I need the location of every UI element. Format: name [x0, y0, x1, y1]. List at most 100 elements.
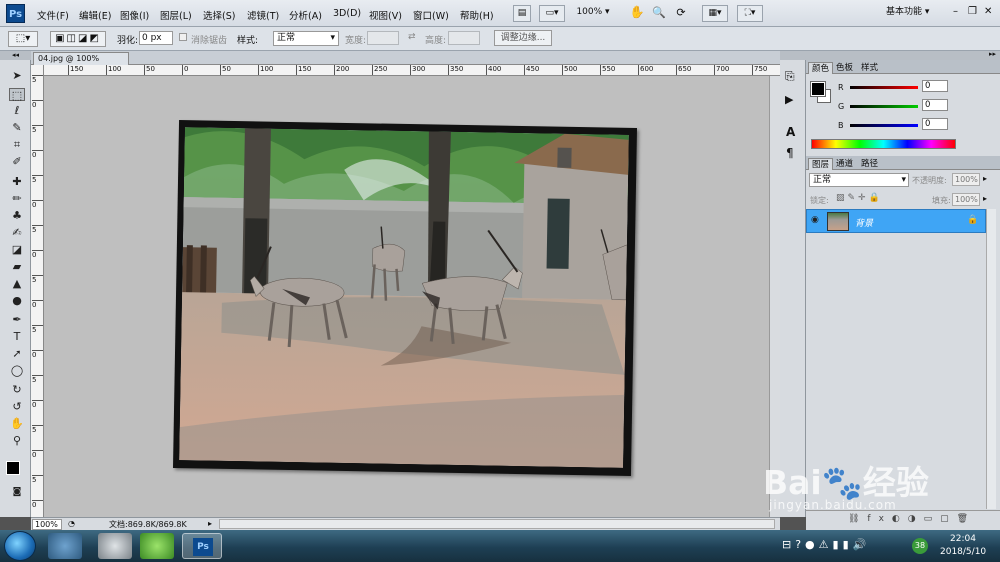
menu-3d[interactable]: 3D(D) — [333, 8, 361, 19]
clock-time[interactable]: 22:04 — [950, 534, 976, 544]
collapse-tools-icon[interactable]: ◂◂ — [0, 51, 31, 60]
screen-mode-button[interactable]: ▭▾ — [539, 5, 565, 22]
minimize-icon[interactable]: – — [953, 6, 958, 17]
zoom-level-select[interactable]: 100% ▾ — [573, 5, 613, 22]
tray-badge[interactable]: 38 — [912, 538, 928, 554]
taskbar-qq-icon[interactable] — [98, 533, 132, 559]
gradient-tool-icon[interactable]: ▰ — [9, 260, 25, 273]
menu-select[interactable]: 选择(S) — [203, 8, 235, 22]
menu-view[interactable]: 视图(V) — [369, 8, 402, 22]
tab-layers[interactable]: 图层 — [808, 158, 834, 170]
rotate-view-icon[interactable]: ⟳ — [672, 5, 690, 22]
shape-tool-icon[interactable]: ◯ — [9, 364, 25, 377]
hand-tool-icon[interactable]: ✋ — [628, 5, 646, 22]
feather-input[interactable]: 0 px — [139, 31, 173, 45]
layer-visibility-eye-icon[interactable]: ◉ — [811, 215, 819, 225]
taskbar-ie-icon[interactable] — [48, 533, 82, 559]
workspace-switcher[interactable]: 基本功能 ▾ — [886, 5, 944, 22]
dock-collapse-bar[interactable] — [780, 51, 806, 60]
antialias-checkbox[interactable] — [179, 33, 187, 41]
character-panel-icon[interactable]: A — [786, 125, 795, 139]
layer-row-background[interactable]: ◉ 背景 🔒 — [806, 209, 986, 233]
start-button[interactable] — [4, 531, 36, 561]
zoom-tool-icon-small[interactable]: ⚲ — [9, 434, 25, 447]
eraser-tool-icon[interactable]: ◪ — [9, 243, 25, 256]
zoom-field[interactable]: 100% — [32, 519, 62, 530]
screen-mode-toggle-button[interactable]: ⛶▾ — [737, 5, 763, 22]
opacity-arrow-icon[interactable]: ▸ — [983, 174, 987, 183]
eyedropper-tool-icon[interactable]: ✐ — [9, 155, 25, 168]
menu-help[interactable]: 帮助(H) — [460, 8, 494, 22]
fill-arrow-icon[interactable]: ▸ — [983, 194, 987, 203]
color-panel-foreground[interactable] — [810, 81, 826, 97]
clock-date[interactable]: 2018/5/10 — [940, 547, 986, 557]
menu-image[interactable]: 图像(I) — [120, 8, 149, 22]
path-selection-tool-icon[interactable]: ➚ — [9, 347, 25, 360]
restore-icon[interactable]: ❐ — [968, 6, 977, 17]
move-tool-icon[interactable]: ➤ — [9, 69, 25, 82]
3d-rotate-tool-icon[interactable]: ↻ — [9, 383, 25, 396]
menu-file[interactable]: 文件(F) — [37, 8, 69, 22]
3d-orbit-tool-icon[interactable]: ↺ — [9, 400, 25, 413]
channel-g-input[interactable]: 0 — [922, 99, 948, 111]
status-icon[interactable]: ◔ — [68, 519, 75, 528]
tab-styles[interactable]: 样式 — [858, 62, 881, 74]
tab-swatches[interactable]: 色板 — [833, 62, 856, 74]
blur-tool-icon[interactable]: ▲ — [9, 277, 25, 290]
menu-edit[interactable]: 编辑(E) — [79, 8, 111, 22]
spot-healing-tool-icon[interactable]: ✚ — [9, 175, 25, 188]
style-select[interactable]: 正常 ▾ — [273, 31, 339, 46]
swap-dimensions-icon[interactable]: ⇄ — [408, 32, 416, 42]
vertical-scrollbar[interactable] — [769, 76, 780, 517]
channel-r-input[interactable]: 0 — [922, 80, 948, 92]
taskbar-browser-icon[interactable] — [140, 533, 174, 559]
status-menu-arrow-icon[interactable]: ▸ — [208, 519, 212, 528]
expand-panels-icon[interactable]: ▸▸ — [989, 50, 996, 58]
crop-tool-icon[interactable]: ⌗ — [9, 138, 25, 151]
taskbar-photoshop-button[interactable]: Ps — [182, 533, 222, 559]
height-input[interactable] — [448, 31, 480, 45]
blend-mode-select[interactable]: 正常 ▾ — [809, 173, 909, 187]
selection-mode-buttons[interactable]: ▣◫◪◩ — [50, 31, 106, 47]
actions-panel-icon[interactable]: ▶ — [785, 93, 793, 106]
type-tool-icon[interactable]: T — [9, 330, 25, 343]
lasso-tool-icon[interactable]: ℓ — [9, 104, 25, 117]
tab-color[interactable]: 颜色 — [808, 62, 834, 74]
horizontal-scrollbar[interactable] — [219, 519, 775, 529]
channel-b-slider[interactable] — [850, 124, 918, 127]
dodge-tool-icon[interactable]: ● — [9, 294, 25, 307]
width-input[interactable] — [367, 31, 399, 45]
tab-paths[interactable]: 路径 — [858, 158, 881, 170]
history-brush-tool-icon[interactable]: ✍ — [9, 226, 25, 239]
document-image[interactable] — [179, 127, 629, 468]
tab-channels[interactable]: 通道 — [833, 158, 856, 170]
quick-mask-icon[interactable]: ◙ — [9, 486, 25, 499]
quick-selection-tool-icon[interactable]: ✎ — [9, 121, 25, 134]
channel-r-slider[interactable] — [850, 86, 918, 89]
layers-scrollbar[interactable] — [986, 209, 996, 509]
channel-g-slider[interactable] — [850, 105, 918, 108]
history-panel-icon[interactable]: ⎘ — [785, 69, 795, 84]
menu-layer[interactable]: 图层(L) — [160, 8, 192, 22]
clone-stamp-tool-icon[interactable]: ♣ — [9, 209, 25, 222]
pen-tool-icon[interactable]: ✒ — [9, 313, 25, 326]
bridge-button[interactable]: ▤ — [513, 5, 531, 22]
hand-tool-icon-small[interactable]: ✋ — [9, 417, 25, 430]
document-tab[interactable]: 04.jpg @ 100%(RGB/8) × — [33, 52, 129, 75]
lock-icons[interactable]: ▨✎✛🔒 — [836, 193, 883, 203]
menu-analysis[interactable]: 分析(A) — [289, 8, 322, 22]
zoom-tool-icon[interactable]: 🔍 — [650, 5, 668, 22]
tool-preset-picker[interactable]: ⬚▾ — [8, 31, 38, 47]
brush-tool-icon[interactable]: ✏ — [9, 192, 25, 205]
marquee-tool-icon[interactable]: ⬚ — [9, 88, 25, 102]
menu-window[interactable]: 窗口(W) — [413, 8, 449, 22]
paragraph-panel-icon[interactable]: ¶ — [786, 146, 794, 160]
fill-input[interactable]: 100% — [952, 193, 980, 206]
color-spectrum-bar[interactable] — [811, 139, 956, 149]
arrange-documents-button[interactable]: ▦▾ — [702, 5, 728, 22]
menu-filter[interactable]: 滤镜(T) — [247, 8, 279, 22]
close-icon[interactable]: ✕ — [984, 6, 992, 17]
tray-icons[interactable]: ⊟?●⚠▮▮🔊 — [782, 538, 870, 551]
opacity-input[interactable]: 100% — [952, 173, 980, 186]
refine-edge-button[interactable]: 调整边缘... — [494, 30, 552, 46]
